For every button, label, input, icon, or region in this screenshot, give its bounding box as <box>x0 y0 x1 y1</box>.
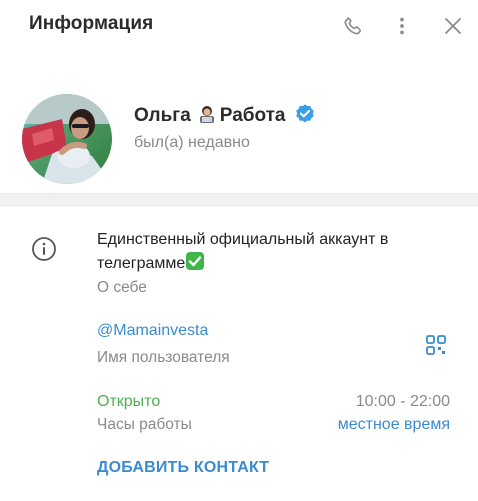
info-header: Информация <box>0 0 478 54</box>
avatar-photo <box>22 94 112 184</box>
qr-code-icon <box>426 335 446 355</box>
more-vertical-icon <box>400 17 404 35</box>
section-divider <box>0 193 478 206</box>
profile-name-first: Ольга <box>134 105 191 126</box>
local-time-link[interactable]: местное время <box>338 416 450 434</box>
call-button[interactable] <box>340 13 366 39</box>
avatar[interactable] <box>22 94 112 184</box>
profile-section: Ольга Работа был(а) недавно <box>0 78 478 188</box>
working-hours-range: 10:00 - 22:00 <box>355 393 450 410</box>
qr-code-button[interactable] <box>425 334 447 361</box>
bio-line-2: телеграмме <box>97 255 186 272</box>
profile-name-row: Ольга Работа <box>134 103 316 129</box>
open-status: Открыто <box>97 393 161 410</box>
close-icon <box>445 18 461 34</box>
bio-line-1: Единственный официальный аккаунт в <box>97 231 389 248</box>
profile-name-second: Работа <box>219 105 286 126</box>
close-button[interactable] <box>440 13 466 39</box>
add-contact-button[interactable]: ДОБАВИТЬ КОНТАКТ <box>97 459 269 477</box>
bio-text: Единственный официальный аккаунт в телег… <box>97 228 427 276</box>
more-options-button[interactable] <box>389 13 415 39</box>
check-mark-button-emoji-icon <box>186 252 205 270</box>
username-caption: Имя пользователя <box>97 349 230 366</box>
working-hours-caption: Часы работы <box>97 416 192 433</box>
info-icon <box>31 236 57 267</box>
technologist-emoji-icon <box>197 104 217 129</box>
verified-badge-icon <box>294 103 316 130</box>
last-seen-status: был(а) недавно <box>134 134 250 151</box>
page-title: Информация <box>29 13 154 34</box>
bio-caption: О себе <box>97 279 147 296</box>
username-link[interactable]: @Mamainvesta <box>97 322 208 340</box>
phone-icon <box>344 17 362 35</box>
